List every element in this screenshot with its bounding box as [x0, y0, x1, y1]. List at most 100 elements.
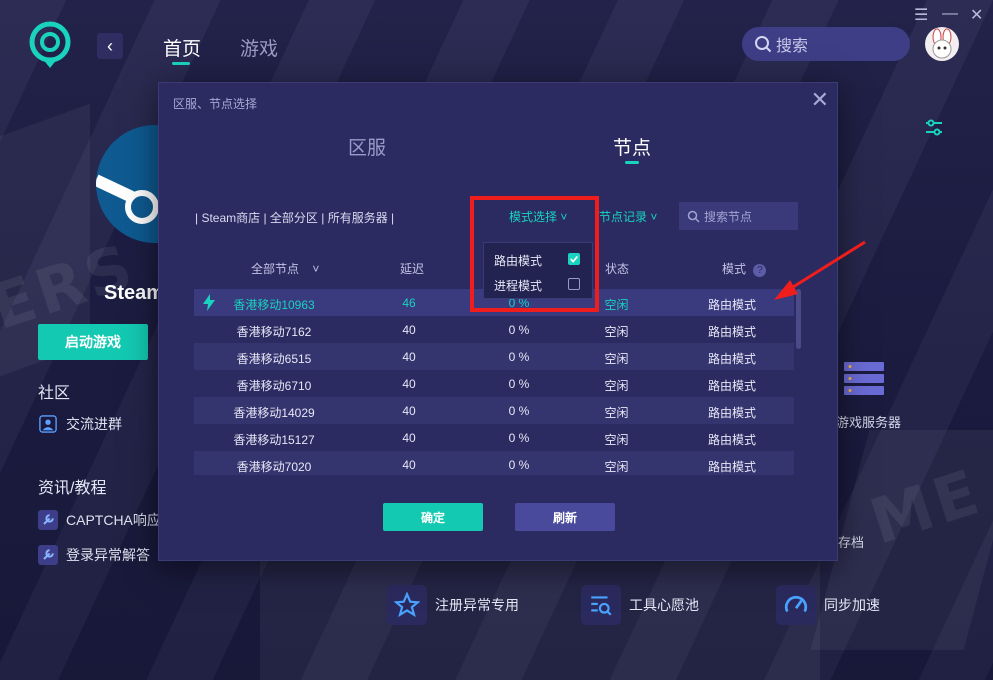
node-latency: 40: [402, 431, 416, 445]
close-window-icon[interactable]: ✕: [970, 5, 983, 25]
community-link-label: 交流进群: [66, 416, 122, 432]
start-game-button[interactable]: 启动游戏: [38, 324, 148, 360]
table-row[interactable]: 香港移动7162 40 0 % 空闲 路由模式: [194, 316, 794, 343]
tab-region[interactable]: 区服: [348, 133, 386, 160]
search-icon: [755, 36, 772, 53]
news-link-captcha[interactable]: CAPTCHA响应: [38, 510, 161, 530]
node-status: 空闲: [604, 325, 629, 339]
node-mode: 路由模式: [707, 433, 756, 447]
node-status: 空闲: [604, 298, 629, 312]
community-link[interactable]: 交流进群: [38, 414, 122, 434]
speedometer-icon: [776, 585, 816, 625]
node-latency: 40: [402, 350, 416, 364]
column-name-label: 全部节点: [251, 262, 300, 276]
table-row[interactable]: 香港移动14029 40 0 % 空闲 路由模式: [194, 397, 794, 424]
tool-label: 注册异常专用: [435, 597, 519, 613]
tab-home[interactable]: 首页: [163, 34, 201, 65]
node-status: 空闲: [604, 406, 629, 420]
tab-node[interactable]: 节点: [613, 133, 651, 164]
node-mode: 路由模式: [707, 325, 756, 339]
tool-label: 同步加速: [824, 597, 880, 613]
table-row[interactable]: 香港移动7020 40 0 % 空闲 路由模式: [194, 451, 794, 475]
tool-wishlist[interactable]: 工具心愿池: [581, 585, 699, 625]
node-status: 空闲: [604, 379, 629, 393]
star-icon: [387, 585, 427, 625]
close-icon[interactable]: ✕: [811, 87, 829, 113]
node-search-input[interactable]: 搜索节点: [679, 202, 798, 230]
node-latency: 46: [402, 296, 416, 310]
node-table: 香港移动10963 46 0 % 空闲 路由模式 香港移动7162 40 0 %…: [194, 289, 794, 475]
table-row[interactable]: 香港移动6710 40 0 % 空闲 路由模式: [194, 370, 794, 397]
app-logo-icon: [29, 21, 71, 68]
node-status: 空闲: [604, 352, 629, 366]
search-placeholder: 搜索: [776, 38, 809, 55]
node-selection-dialog: 区服、节点选择 ✕ 区服 节点 | Steam商店 | 全部分区 | 所有服务器…: [158, 82, 838, 561]
node-search-placeholder: 搜索节点: [704, 209, 753, 224]
save-label[interactable]: 存档: [838, 532, 864, 551]
avatar[interactable]: [925, 27, 959, 61]
node-mode: 路由模式: [707, 379, 756, 393]
game-server-label[interactable]: 游戏服务器: [836, 412, 901, 431]
node-name: 香港移动10963: [233, 298, 315, 312]
node-loss: 0 %: [508, 431, 530, 445]
news-link-label: 登录异常解答: [66, 547, 150, 563]
chevron-left-icon: ‹: [107, 35, 113, 56]
node-record-dropdown[interactable]: 节点记录 ˅: [599, 208, 657, 225]
tool-sync-accelerate[interactable]: 同步加速: [776, 585, 880, 625]
community-heading: 社区: [38, 385, 71, 402]
tab-games[interactable]: 游戏: [240, 34, 278, 61]
node-name: 香港移动6710: [236, 379, 312, 393]
back-button[interactable]: ‹: [97, 33, 123, 59]
tool-register-issue[interactable]: 注册异常专用: [387, 585, 519, 625]
refresh-button[interactable]: 刷新: [515, 503, 615, 531]
search-input[interactable]: 搜索: [742, 27, 910, 61]
node-latency: 40: [402, 404, 416, 418]
game-title: Steam: [104, 282, 165, 304]
column-header-status[interactable]: 状态: [605, 260, 629, 277]
menu-icon[interactable]: ☰: [914, 5, 928, 25]
breadcrumb[interactable]: | Steam商店 | 全部分区 | 所有服务器 |: [195, 209, 394, 226]
news-link-login[interactable]: 登录异常解答: [38, 545, 150, 565]
filter-settings-icon[interactable]: [924, 118, 944, 138]
node-latency: 40: [402, 323, 416, 337]
node-loss: 0 %: [508, 377, 530, 391]
annotation-arrow-icon: [774, 240, 866, 300]
node-name: 香港移动6515: [236, 352, 312, 366]
node-loss: 0 %: [508, 323, 530, 337]
wrench-icon: [38, 545, 58, 565]
tool-label: 工具心愿池: [629, 597, 699, 613]
column-header-latency[interactable]: 延迟: [400, 260, 424, 277]
column-header-name[interactable]: 全部节点 ˅: [251, 260, 319, 277]
node-mode: 路由模式: [707, 352, 756, 366]
node-latency: 40: [402, 377, 416, 391]
minimize-icon[interactable]: —: [942, 5, 958, 23]
avatar-image: [932, 28, 952, 59]
news-link-label: CAPTCHA响应: [66, 512, 161, 528]
node-mode: 路由模式: [707, 298, 756, 312]
node-status: 空闲: [604, 433, 629, 447]
node-loss: 0 %: [508, 350, 530, 364]
node-mode: 路由模式: [707, 406, 756, 420]
news-heading: 资讯/教程: [38, 480, 107, 497]
user-icon: [38, 414, 58, 434]
background-poster: [260, 560, 820, 680]
column-mode-label: 模式: [722, 262, 747, 276]
server-icon[interactable]: [842, 360, 886, 398]
table-row[interactable]: 香港移动6515 40 0 % 空闲 路由模式: [194, 343, 794, 370]
node-mode: 路由模式: [707, 460, 756, 474]
search-icon: [687, 210, 700, 223]
node-latency: 40: [402, 458, 416, 472]
confirm-button[interactable]: 确定: [383, 503, 483, 531]
node-name: 香港移动7162: [236, 325, 312, 339]
node-loss: 0 %: [508, 458, 530, 472]
wrench-icon: [38, 510, 58, 530]
search-list-icon: [581, 585, 621, 625]
table-row[interactable]: 香港移动15127 40 0 % 空闲 路由模式: [194, 424, 794, 451]
node-loss: 0 %: [508, 404, 530, 418]
annotation-highlight-box: [470, 196, 599, 312]
node-name: 香港移动7020: [236, 460, 312, 474]
node-name: 香港移动14029: [233, 406, 315, 420]
chevron-down-icon: ˅: [312, 262, 320, 276]
node-name: 香港移动15127: [233, 433, 315, 447]
node-status: 空闲: [604, 460, 629, 474]
